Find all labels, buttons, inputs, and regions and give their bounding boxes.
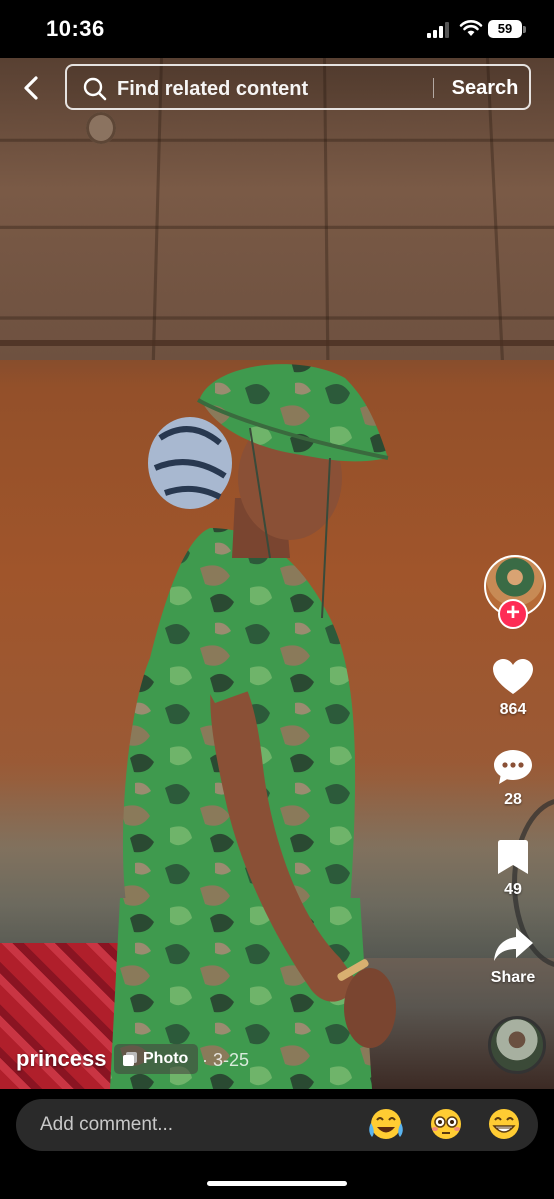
search-icon — [83, 77, 107, 101]
comment-placeholder: Add comment... — [40, 1114, 174, 1135]
search-box[interactable]: Search — [65, 64, 531, 110]
photo-badge-label: Photo — [143, 1050, 189, 1067]
share-button[interactable]: Share — [480, 926, 546, 987]
share-arrow-icon — [494, 928, 533, 961]
photo-stack-icon — [123, 1052, 137, 1066]
comment-count: 28 — [504, 791, 522, 808]
save-count: 49 — [504, 881, 522, 898]
status-bar: 10:36 59 — [0, 0, 554, 58]
post-date: · 3-25 — [202, 1050, 250, 1070]
flushed-emoji-icon[interactable] — [426, 1107, 466, 1143]
search-button[interactable]: Search — [445, 74, 525, 102]
status-time: 10:36 — [46, 16, 105, 41]
battery-icon: 59 — [488, 20, 522, 38]
photo-badge: Photo — [114, 1044, 199, 1074]
search-divider — [433, 78, 434, 98]
post-photo[interactable] — [0, 58, 554, 1089]
comment-input[interactable]: Add comment... — [16, 1099, 538, 1151]
creator-username[interactable]: princess — [16, 1046, 107, 1072]
home-indicator[interactable] — [207, 1181, 347, 1186]
music-disc-icon[interactable] — [488, 1016, 546, 1074]
tears-of-joy-emoji-icon[interactable] — [366, 1107, 406, 1143]
search-input[interactable] — [115, 74, 429, 104]
bookmark-icon — [498, 840, 528, 874]
heart-icon — [493, 659, 533, 694]
grinning-emoji-icon[interactable] — [484, 1107, 524, 1143]
person-in-camouflage — [110, 364, 396, 1089]
like-button[interactable]: 864 — [480, 658, 546, 719]
follow-button[interactable]: + — [498, 599, 528, 629]
cellular-signal-icon — [427, 22, 449, 38]
like-count: 864 — [499, 701, 527, 718]
share-label: Share — [490, 969, 536, 986]
comment-bubble-icon — [494, 750, 532, 784]
save-button[interactable]: 49 — [480, 838, 546, 899]
wifi-icon — [459, 20, 483, 36]
back-arrow-icon[interactable] — [16, 72, 48, 104]
battery-tip — [523, 26, 526, 33]
comment-button[interactable]: 28 — [480, 748, 546, 809]
